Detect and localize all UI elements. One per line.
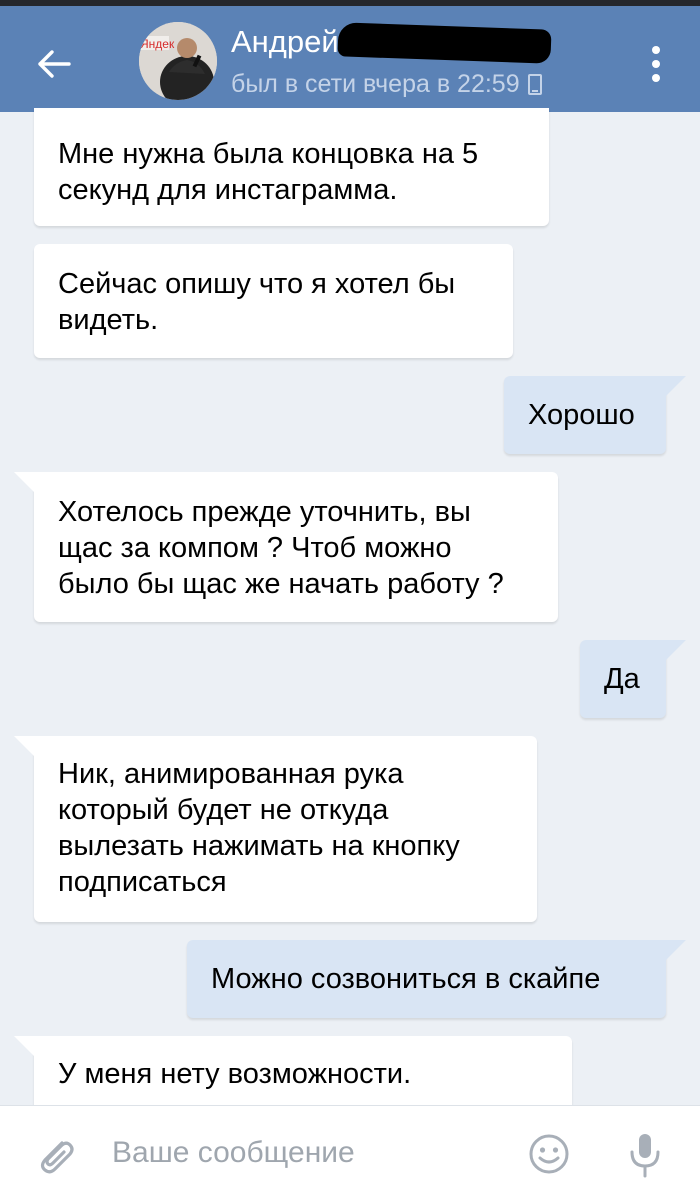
- bubble-tail: [14, 736, 36, 758]
- more-vertical-icon-dot: [652, 46, 660, 54]
- mobile-icon: [527, 74, 542, 95]
- avatar-logo-text: Яндек: [140, 37, 175, 51]
- more-menu-button[interactable]: [636, 40, 676, 88]
- bubble-tail: [664, 376, 686, 398]
- bubble-tail: [664, 640, 686, 662]
- message-incoming[interactable]: Ник, анимированная рука который будет не…: [14, 736, 537, 922]
- last-seen-text: был в сети вчера в 22:59: [231, 70, 520, 98]
- message-text: Мне нужна была концовка на 5 секунд для …: [58, 138, 479, 206]
- more-vertical-icon-dot: [652, 74, 660, 82]
- microphone-icon: [630, 1134, 660, 1178]
- bubble-tail: [14, 472, 36, 494]
- message-text: Можно созвониться в скайпе: [211, 963, 601, 995]
- message-incoming[interactable]: Сейчас опишу что я хотел бы видеть.: [34, 244, 513, 358]
- voice-message-button[interactable]: [623, 1130, 667, 1180]
- paperclip-icon: [40, 1141, 74, 1174]
- name-redaction-mark: [337, 22, 552, 64]
- attach-button[interactable]: [32, 1131, 80, 1179]
- chat-header: Яндек Андрей был в сети вчера в 22:59: [0, 6, 700, 112]
- message-input[interactable]: [112, 1128, 512, 1178]
- contact-name[interactable]: Андрей: [231, 24, 339, 60]
- bubble-tail: [664, 940, 686, 962]
- bubble-tail: [14, 1036, 36, 1058]
- message-text: У меня нету возможности.: [58, 1058, 412, 1090]
- message-incoming[interactable]: Хотелось прежде уточнить, вы щас за комп…: [14, 472, 558, 622]
- message-text: Хотелось прежде уточнить, вы щас за комп…: [58, 496, 504, 600]
- last-seen-status: был в сети вчера в 22:59: [231, 70, 542, 99]
- message-incoming[interactable]: Мне нужна была концовка на 5 секунд для …: [34, 108, 549, 226]
- emoji-button[interactable]: [527, 1132, 571, 1176]
- message-text: Да: [604, 663, 640, 695]
- message-composer: [0, 1105, 700, 1201]
- message-text: Ник, анимированная рука который будет не…: [58, 758, 460, 898]
- message-incoming[interactable]: У меня нету возможности.: [14, 1036, 572, 1116]
- arrow-left-icon: [38, 50, 71, 78]
- avatar[interactable]: Яндек: [139, 22, 217, 100]
- avatar-photo: Яндек: [139, 22, 217, 100]
- message-text: Сейчас опишу что я хотел бы видеть.: [58, 268, 456, 336]
- message-outgoing[interactable]: Можно созвониться в скайпе: [187, 940, 686, 1018]
- smiley-icon: [529, 1134, 569, 1174]
- message-outgoing[interactable]: Хорошо: [504, 376, 686, 454]
- more-vertical-icon-dot: [652, 60, 660, 68]
- message-text: Хорошо: [528, 399, 635, 431]
- back-button[interactable]: [26, 36, 82, 92]
- message-outgoing[interactable]: Да: [580, 640, 686, 718]
